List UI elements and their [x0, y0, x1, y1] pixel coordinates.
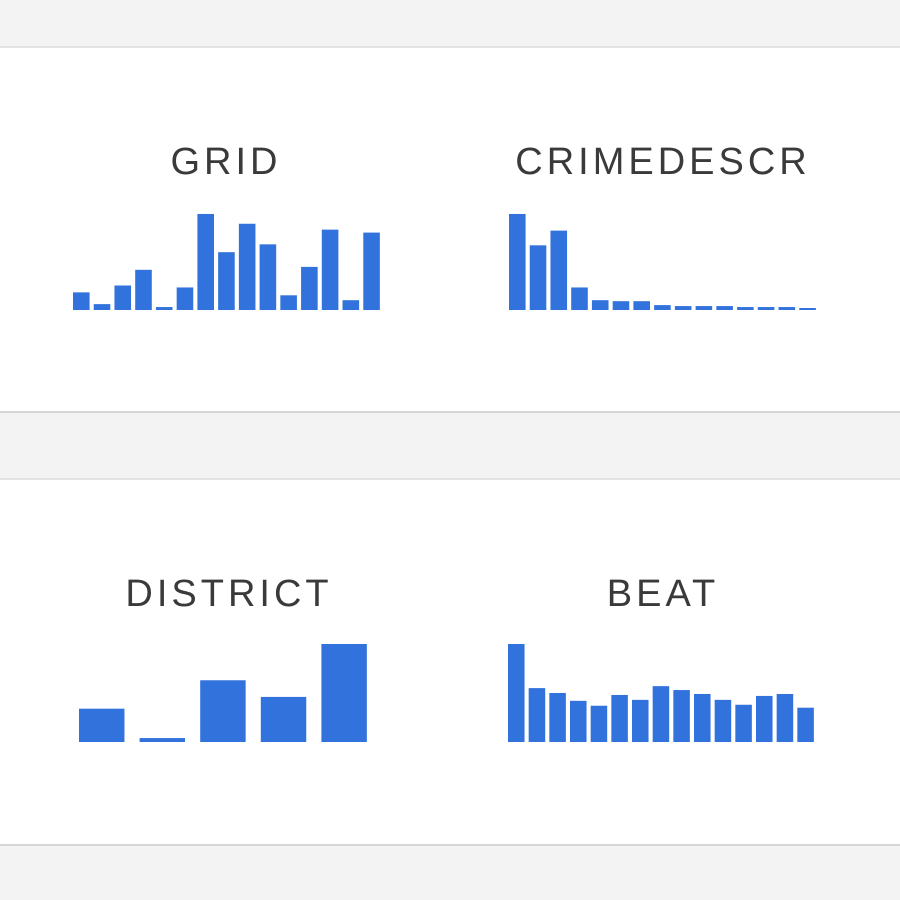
histogram-bar [550, 230, 568, 310]
histogram-bar [529, 245, 547, 310]
histogram-bar [509, 213, 526, 310]
histogram-bar [139, 738, 186, 742]
histogram-bar [197, 213, 214, 310]
column-title-crimedescr: CRIMEDESCR [515, 141, 811, 183]
histogram-bar [673, 690, 690, 742]
histogram-bar [79, 708, 125, 742]
histogram-bar [612, 301, 630, 310]
histogram-bar [260, 696, 307, 742]
histogram-bar [737, 307, 754, 310]
histogram-bar [590, 705, 608, 742]
histogram-bar [301, 266, 318, 310]
histogram-crimedescr [509, 213, 816, 310]
histogram-bar [321, 644, 367, 742]
histogram-bar [797, 707, 814, 742]
histogram-bar [259, 244, 277, 310]
histogram-bar [73, 292, 90, 310]
histogram-beat [508, 644, 814, 742]
histogram-bar [528, 688, 546, 742]
histogram-bar [694, 693, 711, 742]
column-title-grid: GRID [170, 141, 282, 183]
histogram-district [79, 644, 367, 742]
histogram-bar [218, 252, 235, 310]
histogram-bar [799, 308, 816, 310]
histogram-bar [549, 693, 566, 742]
histogram-bar [176, 287, 194, 310]
histogram-bar [508, 644, 525, 742]
histogram-bar [633, 301, 650, 310]
histogram-bar [342, 300, 360, 310]
histogram-bar [714, 699, 732, 742]
histogram-bar [238, 223, 256, 310]
histogram-bar [135, 269, 152, 310]
histogram-bar [776, 693, 794, 742]
histogram-bar [735, 704, 752, 742]
histogram-bar [778, 307, 796, 310]
histogram-bar [571, 287, 588, 310]
histogram-bar [200, 680, 246, 742]
histogram-bar [654, 305, 671, 310]
histogram-bar [363, 232, 380, 310]
histogram-bar [280, 295, 297, 310]
column-profile-card-top: GRID CRIMEDESCR [0, 46, 900, 413]
histogram-bar [321, 229, 339, 310]
histogram-bar [632, 699, 649, 742]
histogram-bar [652, 686, 670, 742]
histogram-bar [757, 307, 775, 310]
histogram-bar [114, 285, 132, 310]
histogram-bar [155, 307, 173, 310]
histogram-bar [716, 306, 733, 310]
column-title-district: DISTRICT [125, 573, 333, 615]
histogram-grid [73, 213, 380, 310]
histogram-bar [570, 700, 587, 742]
histogram-bar [611, 694, 628, 742]
column-profile-card-bottom: DISTRICT BEAT [0, 478, 900, 846]
histogram-bar [756, 695, 773, 742]
histogram-bar [674, 306, 692, 310]
histogram-bar [695, 306, 713, 310]
histogram-bar [591, 300, 609, 310]
histogram-bar [93, 304, 111, 310]
column-title-beat: BEAT [606, 573, 720, 615]
